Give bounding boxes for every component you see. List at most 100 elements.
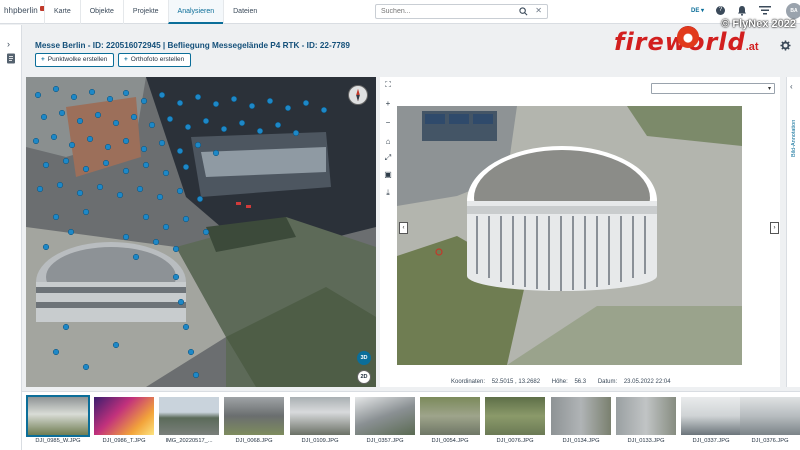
compass-icon[interactable] <box>348 85 368 105</box>
plus-icon: + <box>41 56 45 63</box>
thumbnail-image <box>616 397 676 435</box>
thumbnail-image <box>420 397 480 435</box>
thumbnail-image <box>290 397 350 435</box>
nav-tab-projekte[interactable]: Projekte <box>122 0 168 24</box>
thumbnail-image <box>224 397 284 435</box>
thumbnail-item[interactable]: DJI_0054.JPG <box>420 397 480 449</box>
pointcloud-3d-viewer[interactable] <box>26 77 376 387</box>
thumbnail-item[interactable]: DJI_0134.JPG <box>551 397 611 449</box>
thumbnail-caption: DJI_0076.JPG <box>496 438 534 444</box>
user-avatar[interactable]: BA <box>786 3 800 19</box>
thumbnail-image <box>485 397 545 435</box>
thumbnail-item[interactable]: DJI_0376.JPG <box>740 397 800 449</box>
search-box: ✕ <box>375 4 548 19</box>
expand-panel-chevron-icon[interactable]: › <box>7 39 10 49</box>
thumbnail-caption: IMG_20220517_... <box>165 438 213 444</box>
filter-icon[interactable] <box>759 5 771 16</box>
thumbnail-item[interactable]: IMG_20220517_... <box>159 397 219 449</box>
thumbnail-item[interactable]: DJI_0985_W.JPG <box>26 395 90 449</box>
pointcloud-scene <box>26 77 376 387</box>
thumbnail-caption: DJI_0337.JPG <box>692 438 730 444</box>
thumbnail-image <box>26 395 90 437</box>
search-icon[interactable] <box>519 7 528 16</box>
date-value: 23.05.2022 22:04 <box>623 379 671 385</box>
thumbnail-item[interactable]: DJI_0986_T.JPG <box>94 397 154 449</box>
create-orthophoto-button[interactable]: + Orthofoto erstellen <box>118 53 192 67</box>
drone-photo-image <box>397 106 742 365</box>
thumbnail-item[interactable]: DJI_0357.JPG <box>355 397 415 449</box>
coordinates-label: Koordinaten: <box>451 379 486 385</box>
thumbnail-image <box>551 397 611 435</box>
view-mode-3d-button[interactable]: 3D <box>357 351 371 365</box>
camera-icon[interactable]: ▣ <box>383 170 393 180</box>
drone-photo[interactable] <box>397 106 742 365</box>
nav-tab-karte[interactable]: Karte <box>44 0 80 24</box>
view-mode-2d-button[interactable]: 2D <box>357 370 371 384</box>
image-layer-select[interactable]: ▾ <box>651 83 775 94</box>
thumbnail-item[interactable]: DJI_0076.JPG <box>485 397 545 449</box>
nav-tab-dateien[interactable]: Dateien <box>223 0 266 24</box>
thumbnail-image <box>740 397 800 435</box>
height-value: 56.3 <box>574 379 587 385</box>
thumbnail-caption: DJI_0376.JPG <box>751 438 789 444</box>
next-image-arrow-icon[interactable]: › <box>770 222 779 234</box>
create-orthophoto-label: Orthofoto erstellen <box>130 56 185 63</box>
image-metadata: Koordinaten: 52.5015 , 13.2682 Höhe: 56.… <box>451 379 681 385</box>
thumbnail-caption: DJI_0134.JPG <box>562 438 600 444</box>
height-field: Höhe: 56.3 <box>552 379 591 385</box>
nav-tab-analysieren[interactable]: Analysieren <box>167 0 224 24</box>
thumbnail-item[interactable]: DJI_0133.JPG <box>616 397 676 449</box>
thumbnail-caption: DJI_0109.JPG <box>301 438 339 444</box>
app-logo-text: hhpberlin <box>4 6 38 15</box>
fit-view-icon[interactable]: ⤢ <box>383 153 393 163</box>
thumbnail-image <box>681 397 741 435</box>
left-rail: › <box>0 25 22 450</box>
search-input[interactable] <box>381 6 511 17</box>
thumbnail-filmstrip: DJI_0985_W.JPG DJI_0986_T.JPG IMG_202205… <box>22 391 800 450</box>
app-logo[interactable]: hhpberlin <box>4 6 45 15</box>
home-icon[interactable]: ⌂ <box>383 137 393 147</box>
previous-image-arrow-icon[interactable]: ‹ <box>399 222 408 234</box>
thumbnail-caption: DJI_0133.JPG <box>627 438 665 444</box>
brand-watermark-suffix: .at <box>745 41 759 53</box>
thumbnail-item[interactable]: DJI_0109.JPG <box>290 397 350 449</box>
language-label: DE <box>691 8 700 14</box>
collapse-annotation-chevron-icon[interactable]: ‹ <box>790 82 793 91</box>
thumbnail-image <box>94 397 154 435</box>
thumbnail-caption: DJI_0985_W.JPG <box>35 438 81 444</box>
thumbnail-caption: DJI_0986_T.JPG <box>102 438 146 444</box>
language-selector[interactable]: DE ▾ <box>691 7 704 14</box>
help-icon[interactable]: ? <box>716 6 725 15</box>
thumbnail-image <box>355 397 415 435</box>
document-icon[interactable] <box>6 53 16 64</box>
top-navigation-bar: hhpberlin Karte Objekte Projekte Analysi… <box>0 0 800 24</box>
flame-logo-icon <box>677 26 699 48</box>
thumbnail-item[interactable]: DJI_0337.JPG <box>681 397 741 449</box>
bell-icon[interactable] <box>737 5 747 16</box>
clear-search-icon[interactable]: ✕ <box>535 6 542 15</box>
create-pointcloud-label: Punktwolke erstellen <box>47 56 108 63</box>
download-icon[interactable]: ⤓ <box>383 188 393 198</box>
image-annotation-tab[interactable]: Bild-Annotation <box>791 103 797 157</box>
main-nav: Karte Objekte Projekte Analysieren Datei… <box>44 0 266 24</box>
right-rail: ‹ Bild-Annotation <box>786 77 800 387</box>
fullscreen-icon[interactable]: ⛶ <box>383 80 393 90</box>
viewer-toolbar: ⛶ + − ⌂ ⤢ ▣ ⤓ <box>380 78 396 208</box>
zoom-out-icon[interactable]: − <box>383 118 393 128</box>
create-pointcloud-button[interactable]: + Punktwolke erstellen <box>35 53 115 67</box>
nav-tab-objekte[interactable]: Objekte <box>79 0 123 24</box>
coordinates-field: Koordinaten: 52.5015 , 13.2682 <box>451 379 545 385</box>
chevron-down-icon: ▾ <box>767 86 771 92</box>
thumbnail-caption: DJI_0068.JPG <box>235 438 273 444</box>
date-label: Datum: <box>597 379 618 385</box>
zoom-in-icon[interactable]: + <box>383 99 393 109</box>
plus-icon: + <box>124 56 128 63</box>
app-window: hhpberlin Karte Objekte Projekte Analysi… <box>0 0 800 450</box>
thumbnail-caption: DJI_0054.JPG <box>431 438 469 444</box>
gear-icon[interactable] <box>780 40 791 51</box>
height-label: Höhe: <box>551 379 568 385</box>
thumbnail-item[interactable]: DJI_0068.JPG <box>224 397 284 449</box>
date-field: Datum: 23.05.2022 22:04 <box>598 379 676 385</box>
page-title: Messe Berlin - ID: 220516072945 | Beflie… <box>35 41 350 50</box>
thumbnail-caption: DJI_0357.JPG <box>366 438 404 444</box>
